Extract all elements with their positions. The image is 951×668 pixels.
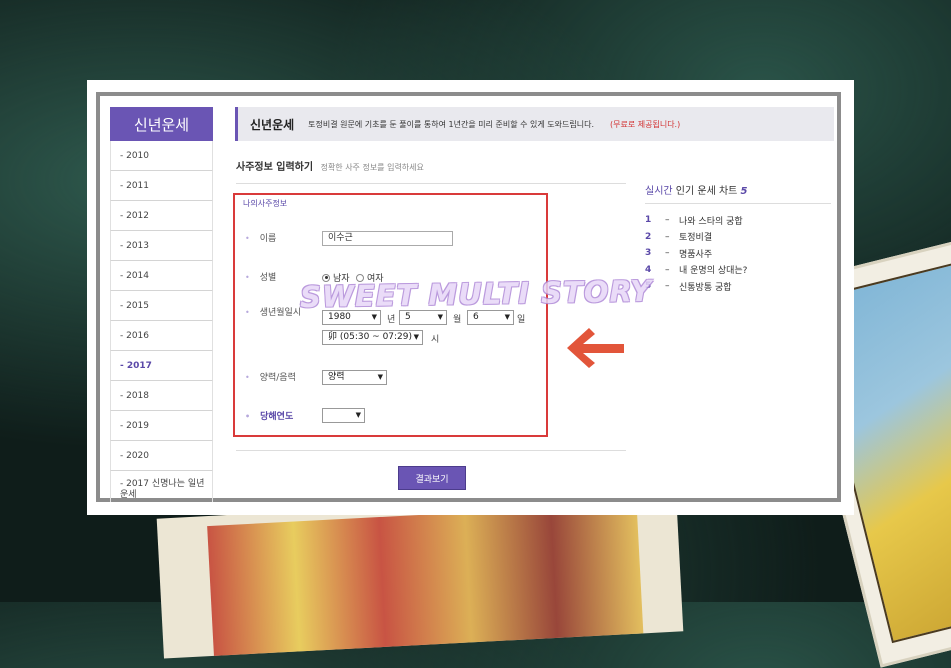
sidebar-item-2016[interactable]: - 2016 <box>110 321 213 351</box>
time-unit: 시 <box>431 335 440 345</box>
chevron-down-icon: ▼ <box>504 313 510 321</box>
sidebar-title: 신년운세 <box>110 107 213 141</box>
rank-label: 내 운명의 상대는? <box>679 266 748 277</box>
chevron-down-icon: ▼ <box>377 373 383 381</box>
ranking-item[interactable]: 1 – 나와 스타의 궁합 <box>645 212 747 229</box>
sidebar-item-2015[interactable]: - 2015 <box>110 291 213 321</box>
sidebar-item-2012[interactable]: - 2012 <box>110 201 213 231</box>
form-heading: 나의사주정보 <box>243 199 288 208</box>
divider <box>645 203 831 204</box>
calendar-select[interactable]: 양력 ▼ <box>322 370 387 385</box>
birth-label: 생년월일시 <box>245 305 301 318</box>
sidebar-item-2014[interactable]: - 2014 <box>110 261 213 291</box>
section-title-text: 사주정보 입력하기 <box>236 162 314 173</box>
sidebar-item-2017[interactable]: - 2017 <box>110 351 213 381</box>
gender-label: 성별 <box>245 270 277 283</box>
calendar-label: 양력/음력 <box>245 370 296 383</box>
month-unit: 월 <box>453 315 462 325</box>
ranking-item[interactable]: 5– 신통방통 궁합 <box>645 278 747 295</box>
sidebar-item-2019[interactable]: - 2019 <box>110 411 213 441</box>
sidebar-item-2020[interactable]: - 2020 <box>110 441 213 471</box>
target-year-label: 당해연도 <box>245 409 293 422</box>
rank-label: 신통방통 궁합 <box>679 282 732 293</box>
dash-icon: – <box>665 281 670 292</box>
section-title: 사주정보 입력하기 정확한 사주 정보를 입력하세요 <box>236 158 424 173</box>
result-button[interactable]: 결과보기 <box>398 466 466 490</box>
rank-label: 토정비결 <box>679 233 713 244</box>
rank-number: 2 <box>645 231 652 242</box>
page-title: 신년운세 <box>250 117 295 132</box>
dash-icon: – <box>665 215 670 226</box>
day-select-value: 6 <box>473 312 479 322</box>
free-note: (무료로 제공됩니다.) <box>610 119 681 129</box>
left-arrow-icon <box>567 328 624 368</box>
ranking-list: 1– 나와 스타의 궁합 2– 토정비결 3– 명품사주 4– 내 운명의 상대는? 5… <box>645 212 747 295</box>
chevron-down-icon: ▼ <box>371 313 377 321</box>
rank-label: 명품사주 <box>679 249 713 260</box>
ranking-title-prefix: 실시간 <box>645 186 673 197</box>
sidebar-item-2017-special[interactable]: - 2017 신명나는 일년 운세 <box>110 471 213 502</box>
chevron-down-icon: ▼ <box>437 313 443 321</box>
rank-label: 나와 스타의 궁합 <box>679 216 743 227</box>
chevron-down-icon: ▼ <box>355 411 361 419</box>
section-subtitle: 정확한 사주 정보를 입력하세요 <box>320 163 424 172</box>
ranking-item[interactable]: 3 – 명품사주 <box>645 245 747 262</box>
year-unit: 년 <box>387 315 396 325</box>
sidebar-item-2013[interactable]: - 2013 <box>110 231 213 261</box>
month-select[interactable]: 5 ▼ <box>399 310 447 325</box>
target-year-select[interactable]: ▼ <box>322 408 365 423</box>
time-select[interactable]: 卯 (05:30 ~ 07:29) ▼ <box>322 330 423 345</box>
chevron-down-icon: ▼ <box>413 333 419 341</box>
dash-icon: – <box>665 231 670 242</box>
tarot-card-bottom <box>156 491 684 659</box>
watermark: SWEET MULTI STORY <box>299 273 653 315</box>
ranking-title: 실시간 인기 운세 차트 5 <box>645 182 748 197</box>
month-select-value: 5 <box>405 312 411 322</box>
sidebar-item-2018[interactable]: - 2018 <box>110 381 213 411</box>
dash-icon: – <box>665 264 670 275</box>
name-label: 이름 <box>245 231 277 244</box>
ranking-item[interactable]: 2 – 토정비결 <box>645 229 747 246</box>
ranking-title-main: 인기 운세 차트 <box>672 186 741 197</box>
sidebar: 신년운세 - 2010 - 2011 - 2012 - 2013 - 2014 … <box>110 107 213 502</box>
rank-number: 1 <box>645 215 652 226</box>
rank-number: 3 <box>645 248 652 259</box>
day-unit: 일 <box>517 315 526 325</box>
sidebar-item-2011[interactable]: - 2011 <box>110 171 213 201</box>
header-description: 토정비결 원문에 기초를 둔 풀이를 통하여 1년간을 미리 준비할 수 있게 … <box>308 119 595 129</box>
ranking-item[interactable]: 4– 내 운명의 상대는? <box>645 262 747 279</box>
page-header: 신년운세 토정비결 원문에 기초를 둔 풀이를 통하여 1년간을 미리 준비할 … <box>235 107 834 141</box>
name-input[interactable]: 이수근 <box>322 231 453 246</box>
divider <box>236 183 626 184</box>
day-select[interactable]: 6 ▼ <box>467 310 514 325</box>
dash-icon: – <box>665 248 670 259</box>
divider <box>236 450 626 451</box>
calendar-select-value: 양력 <box>328 372 345 382</box>
sidebar-item-2010[interactable]: - 2010 <box>110 141 213 171</box>
ranking-title-count: 5 <box>740 186 748 197</box>
time-select-value: 卯 (05:30 ~ 07:29) <box>328 332 413 342</box>
